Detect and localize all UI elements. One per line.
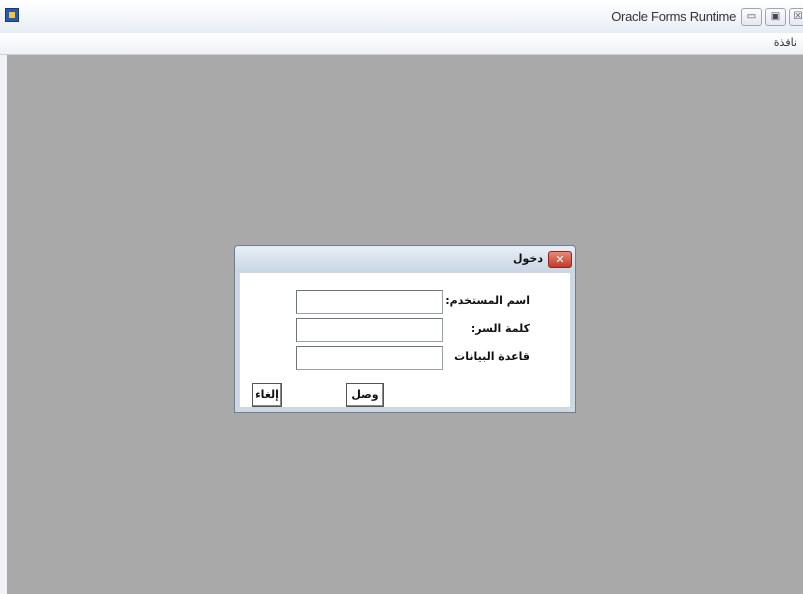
password-field[interactable] <box>296 318 443 342</box>
title-bar[interactable]: Oracle Forms Runtime ▭ ▣ ☒ <box>0 0 803 33</box>
close-icon: ☒ <box>793 11 803 22</box>
username-label: اسم المستخدم: <box>445 294 530 307</box>
connect-button[interactable]: وصل <box>346 383 384 407</box>
database-label: قاعدة البيانات <box>454 350 530 363</box>
window-title: Oracle Forms Runtime <box>611 9 736 24</box>
dialog-body: اسم المستخدم: كلمة السر: قاعدة البيانات … <box>240 273 570 407</box>
dialog-close-button[interactable]: ✕ <box>548 251 572 268</box>
minimize-button[interactable]: ▭ <box>741 8 762 26</box>
dialog-title-bar[interactable]: ✕ دخول <box>235 246 575 272</box>
close-window-button[interactable]: ☒ <box>789 8 803 26</box>
dialog-title: دخول <box>512 252 543 265</box>
password-label: كلمة السر: <box>470 322 530 335</box>
menu-item-window[interactable]: نافذة <box>774 36 797 49</box>
maximize-button[interactable]: ▣ <box>765 8 786 26</box>
username-field[interactable] <box>296 290 443 314</box>
close-icon: ✕ <box>555 253 565 266</box>
minimize-icon: ▭ <box>746 11 757 22</box>
database-field[interactable] <box>296 346 443 370</box>
maximize-icon: ▣ <box>770 11 781 22</box>
menu-bar: نافذة <box>0 33 803 55</box>
app-window: Oracle Forms Runtime ▭ ▣ ☒ نافذة ✕ دخول … <box>0 0 803 594</box>
oracle-forms-app-icon[interactable] <box>5 8 19 22</box>
cancel-button[interactable]: إلغاء <box>252 383 282 407</box>
login-dialog: ✕ دخول اسم المستخدم: كلمة السر: قاعدة ال… <box>234 245 576 413</box>
